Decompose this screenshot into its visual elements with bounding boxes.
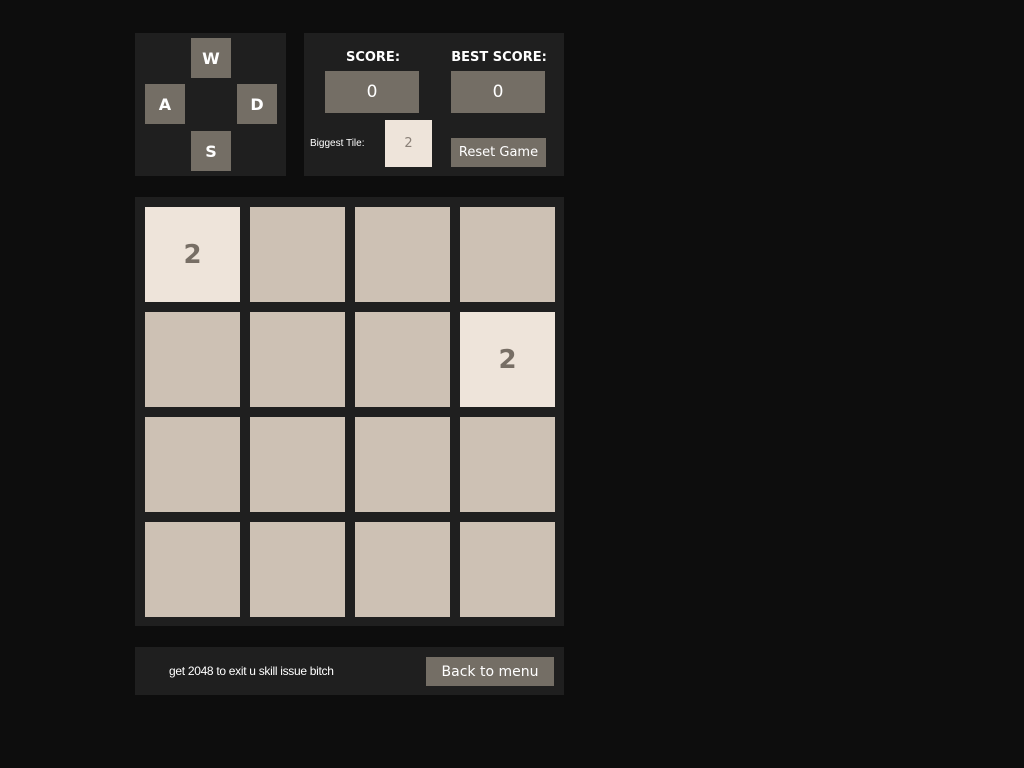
down-key-button[interactable]: S xyxy=(191,131,231,171)
tile-r3-c0 xyxy=(145,522,240,617)
tile-r1-c0 xyxy=(145,312,240,407)
score-panel: SCORE: BEST SCORE: 0 0 Biggest Tile: 2 R… xyxy=(304,33,564,176)
tile-r0-c1 xyxy=(250,207,345,302)
wasd-controls-panel: W A D S xyxy=(135,33,286,176)
left-key-button[interactable]: A xyxy=(145,84,185,124)
tile-r2-c3 xyxy=(460,417,555,512)
reset-game-button[interactable]: Reset Game xyxy=(451,138,546,167)
tile-r2-c0 xyxy=(145,417,240,512)
tile-r0-c2 xyxy=(355,207,450,302)
tile-r2-c2 xyxy=(355,417,450,512)
tile-r3-c2 xyxy=(355,522,450,617)
tile-r3-c3 xyxy=(460,522,555,617)
tile-r3-c1 xyxy=(250,522,345,617)
tile-r1-c3: 2 xyxy=(460,312,555,407)
score-label: SCORE: xyxy=(345,50,401,65)
tile-r0-c0: 2 xyxy=(145,207,240,302)
tile-r2-c1 xyxy=(250,417,345,512)
up-key-button[interactable]: W xyxy=(191,38,231,78)
score-value: 0 xyxy=(325,71,419,113)
biggest-tile-label: Biggest Tile: xyxy=(310,138,365,149)
back-to-menu-button[interactable]: Back to menu xyxy=(426,657,554,686)
best-score-value: 0 xyxy=(451,71,545,113)
best-score-label: BEST SCORE: xyxy=(451,50,547,65)
biggest-tile-value: 2 xyxy=(385,120,432,167)
tile-r0-c3 xyxy=(460,207,555,302)
tile-r1-c1 xyxy=(250,312,345,407)
footer-message: get 2048 to exit u skill issue bitch xyxy=(169,664,334,678)
tile-r1-c2 xyxy=(355,312,450,407)
game-board: 2 2 xyxy=(135,197,564,626)
footer-bar: get 2048 to exit u skill issue bitch Bac… xyxy=(135,647,564,695)
right-key-button[interactable]: D xyxy=(237,84,277,124)
